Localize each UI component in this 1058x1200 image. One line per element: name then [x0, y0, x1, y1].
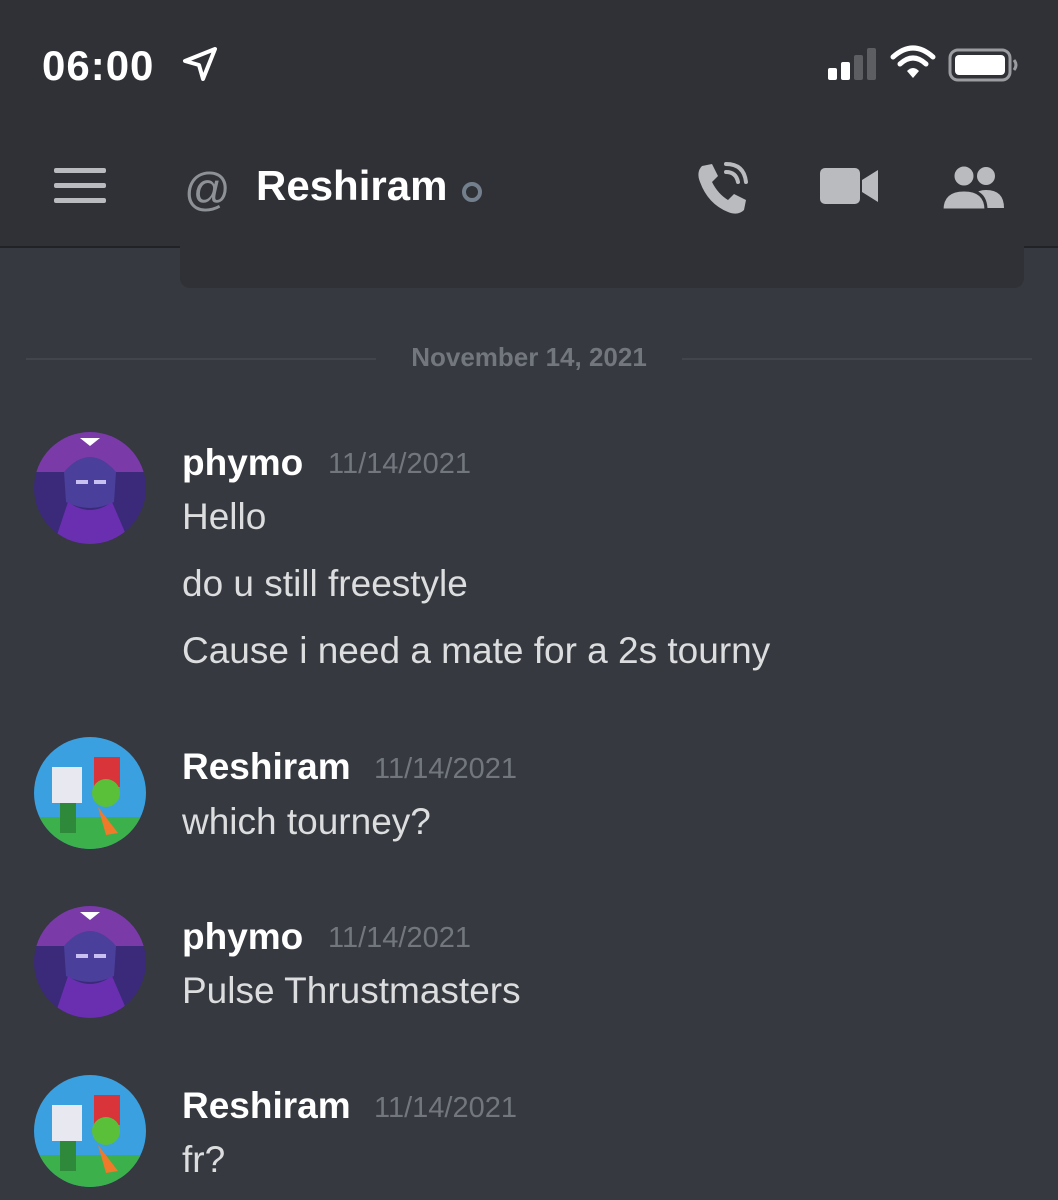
date-divider-line	[26, 358, 376, 360]
voice-call-icon[interactable]	[694, 160, 754, 216]
avatar[interactable]	[34, 1075, 146, 1187]
video-call-icon[interactable]	[820, 166, 880, 206]
battery-icon	[948, 48, 1018, 82]
avatar-reshiram-icon	[34, 1075, 146, 1187]
hamburger-icon[interactable]	[54, 166, 106, 206]
avatar[interactable]	[34, 906, 146, 1018]
message-author[interactable]: Reshiram	[182, 1085, 351, 1127]
channel-title[interactable]: Reshiram	[256, 162, 447, 210]
message-text: fr?	[182, 1139, 226, 1180]
message-author[interactable]: phymo	[182, 442, 303, 484]
message-timestamp: 11/14/2021	[374, 1092, 517, 1124]
message-timestamp: 11/14/2021	[328, 448, 471, 480]
message-timestamp: 11/14/2021	[328, 922, 471, 954]
avatar[interactable]	[34, 737, 146, 849]
status-bar: 06:00	[0, 0, 1058, 130]
members-icon[interactable]	[940, 164, 1006, 212]
message-text: Cause i need a mate for a 2s tourny	[182, 630, 771, 671]
embed-card	[180, 230, 1024, 288]
avatar-reshiram-icon	[34, 737, 146, 849]
wifi-icon	[890, 45, 936, 78]
message-text: which tourney?	[182, 801, 431, 842]
message-text: do u still freestyle	[182, 563, 468, 604]
date-divider: November 14, 2021	[411, 342, 647, 372]
date-divider-line	[682, 358, 1032, 360]
avatar[interactable]	[34, 432, 146, 544]
at-icon: @	[184, 163, 231, 215]
avatar-phymo-icon	[34, 906, 146, 1018]
message-author[interactable]: Reshiram	[182, 746, 351, 788]
signal-icon	[828, 48, 876, 80]
status-time: 06:00	[42, 42, 155, 89]
status-indicator	[462, 182, 482, 202]
location-arrow-icon	[183, 47, 217, 81]
message-text: Pulse Thrustmasters	[182, 970, 521, 1011]
message-text: Hello	[182, 496, 267, 537]
message-author[interactable]: phymo	[182, 916, 303, 958]
avatar-phymo-icon	[34, 432, 146, 544]
message-timestamp: 11/14/2021	[374, 753, 517, 785]
